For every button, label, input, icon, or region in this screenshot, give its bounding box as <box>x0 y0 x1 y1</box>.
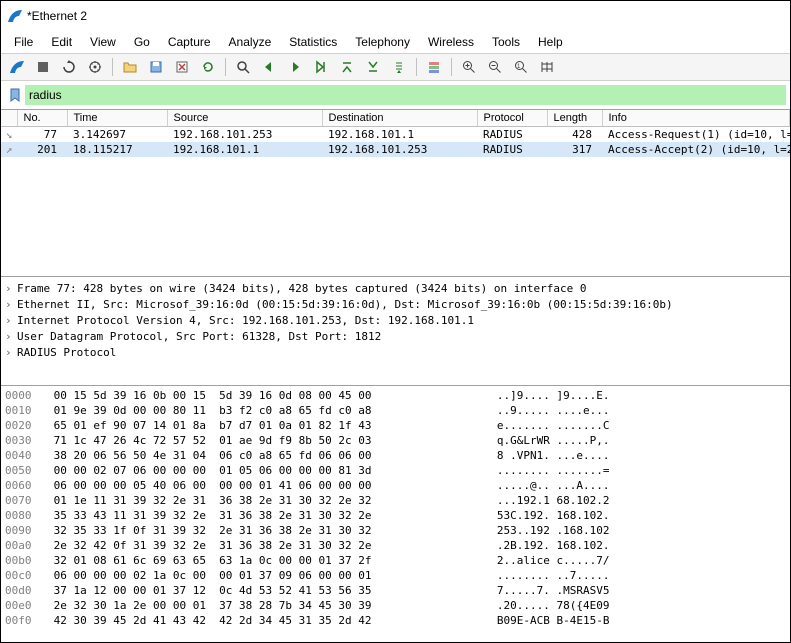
hex-row[interactable]: 00d0 37 1a 12 00 00 01 37 12 0c 4d 53 52… <box>1 583 790 598</box>
find-packet-button[interactable] <box>231 55 255 79</box>
column-header[interactable]: Destination <box>322 110 477 127</box>
zoom-out-button[interactable] <box>483 55 507 79</box>
bookmark-icon[interactable] <box>5 85 25 105</box>
hex-row[interactable]: 0010 01 9e 39 0d 00 00 80 11 b3 f2 c0 a8… <box>1 403 790 418</box>
hex-row[interactable]: 00a0 2e 32 42 0f 31 39 32 2e 31 36 38 2e… <box>1 538 790 553</box>
hex-row[interactable]: 0020 65 01 ef 90 07 14 01 8a b7 d7 01 0a… <box>1 418 790 433</box>
details-line[interactable]: ›Internet Protocol Version 4, Src: 192.1… <box>5 313 786 329</box>
menu-capture[interactable]: Capture <box>159 33 220 51</box>
resize-columns-button[interactable] <box>535 55 559 79</box>
menu-telephony[interactable]: Telephony <box>346 33 419 51</box>
menu-bar: FileEditViewGoCaptureAnalyzeStatisticsTe… <box>1 31 790 54</box>
main-toolbar: 1 <box>1 54 790 81</box>
packet-details-pane[interactable]: ›Frame 77: 428 bytes on wire (3424 bits)… <box>1 277 790 386</box>
menu-statistics[interactable]: Statistics <box>280 33 346 51</box>
go-to-packet-button[interactable] <box>309 55 333 79</box>
menu-go[interactable]: Go <box>125 33 159 51</box>
menu-tools[interactable]: Tools <box>483 33 529 51</box>
hex-row[interactable]: 00c0 06 00 00 00 02 1a 0c 00 00 01 37 09… <box>1 568 790 583</box>
details-line[interactable]: ›User Datagram Protocol, Src Port: 61328… <box>5 329 786 345</box>
hex-row[interactable]: 0040 38 20 06 56 50 4e 31 04 06 c0 a8 65… <box>1 448 790 463</box>
menu-help[interactable]: Help <box>529 33 572 51</box>
go-back-button[interactable] <box>257 55 281 79</box>
column-header[interactable]: Protocol <box>477 110 547 127</box>
details-line[interactable]: ›Frame 77: 428 bytes on wire (3424 bits)… <box>5 281 786 297</box>
close-file-button[interactable] <box>170 55 194 79</box>
hex-row[interactable]: 00e0 2e 32 30 1a 2e 00 00 01 37 38 28 7b… <box>1 598 790 613</box>
capture-options-button[interactable] <box>83 55 107 79</box>
title-bar: *Ethernet 2 <box>1 1 790 31</box>
reload-file-button[interactable] <box>196 55 220 79</box>
go-last-button[interactable] <box>361 55 385 79</box>
column-header[interactable]: Source <box>167 110 322 127</box>
toolbar-separator <box>416 58 417 76</box>
display-filter-input[interactable] <box>25 85 786 105</box>
auto-scroll-button[interactable] <box>387 55 411 79</box>
hex-row[interactable]: 0060 06 00 00 00 05 40 06 00 00 00 01 41… <box>1 478 790 493</box>
hex-row[interactable]: 0080 35 33 43 11 31 39 32 2e 31 36 38 2e… <box>1 508 790 523</box>
packet-row[interactable]: ↗20118.115217192.168.101.1192.168.101.25… <box>1 142 790 157</box>
stop-capture-button[interactable] <box>31 55 55 79</box>
go-first-button[interactable] <box>335 55 359 79</box>
app-shark-fin-icon <box>7 8 23 24</box>
save-file-button[interactable] <box>144 55 168 79</box>
zoom-in-button[interactable] <box>457 55 481 79</box>
menu-view[interactable]: View <box>81 33 125 51</box>
hex-row[interactable]: 0070 01 1e 11 31 39 32 2e 31 36 38 2e 31… <box>1 493 790 508</box>
toolbar-separator <box>225 58 226 76</box>
details-line[interactable]: ›RADIUS Protocol <box>5 345 786 361</box>
hex-row[interactable]: 0000 00 15 5d 39 16 0b 00 15 5d 39 16 0d… <box>1 388 790 403</box>
menu-file[interactable]: File <box>5 33 42 51</box>
menu-edit[interactable]: Edit <box>42 33 81 51</box>
hex-row[interactable]: 0090 32 35 33 1f 0f 31 39 32 2e 31 36 38… <box>1 523 790 538</box>
toolbar-shark-fin-icon[interactable] <box>5 55 29 79</box>
restart-capture-button[interactable] <box>57 55 81 79</box>
hex-row[interactable]: 00f0 42 30 39 45 2d 41 43 42 42 2d 34 45… <box>1 613 790 628</box>
hex-row[interactable]: 0050 00 00 02 07 06 00 00 00 01 05 06 00… <box>1 463 790 478</box>
packet-list-pane[interactable]: No.TimeSourceDestinationProtocolLengthIn… <box>1 110 790 277</box>
go-forward-button[interactable] <box>283 55 307 79</box>
hex-row[interactable]: 00b0 32 01 08 61 6c 69 63 65 63 1a 0c 00… <box>1 553 790 568</box>
menu-analyze[interactable]: Analyze <box>220 33 281 51</box>
column-header[interactable]: No. <box>17 110 67 127</box>
column-header[interactable]: Length <box>547 110 602 127</box>
toolbar-separator <box>112 58 113 76</box>
packet-bytes-pane[interactable]: 0000 00 15 5d 39 16 0b 00 15 5d 39 16 0d… <box>1 386 790 642</box>
toolbar-separator <box>451 58 452 76</box>
colorize-button[interactable] <box>422 55 446 79</box>
column-header[interactable]: Info <box>602 110 790 127</box>
packet-row[interactable]: ↘773.142697192.168.101.253192.168.101.1R… <box>1 127 790 143</box>
display-filter-bar <box>1 81 790 110</box>
open-file-button[interactable] <box>118 55 142 79</box>
column-header[interactable]: Time <box>67 110 167 127</box>
hex-row[interactable]: 0030 71 1c 47 26 4c 72 57 52 01 ae 9d f9… <box>1 433 790 448</box>
zoom-reset-button[interactable]: 1 <box>509 55 533 79</box>
details-line[interactable]: ›Ethernet II, Src: Microsof_39:16:0d (00… <box>5 297 786 313</box>
menu-wireless[interactable]: Wireless <box>419 33 483 51</box>
window-title: *Ethernet 2 <box>27 9 87 23</box>
